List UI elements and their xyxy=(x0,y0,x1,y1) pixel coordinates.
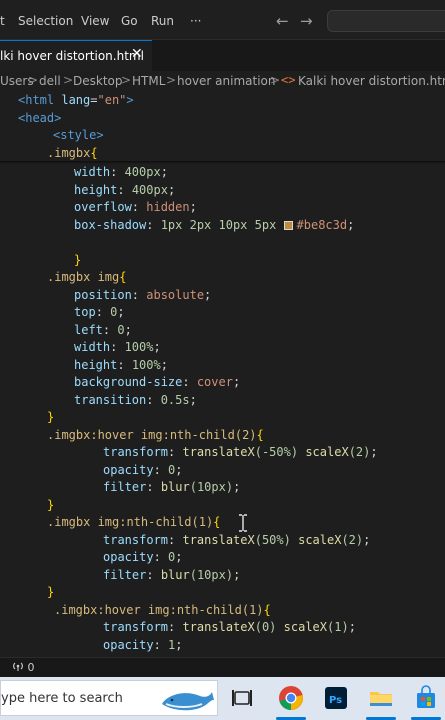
close-icon[interactable]: ✕ xyxy=(131,46,143,62)
sticky-line-html[interactable]: <html lang="en"> xyxy=(18,92,134,110)
code-line[interactable]: transform: translateX(50%) scaleX(2); xyxy=(103,532,370,550)
code-line[interactable]: .imgbx:hover img:nth-child(2){ xyxy=(47,427,264,445)
sticky-line-selector[interactable]: .imgbx{ xyxy=(47,145,98,163)
code-line[interactable]: opacity: 1; xyxy=(103,637,183,655)
code-line[interactable]: filter: blur(10px); xyxy=(103,479,240,497)
command-center-search[interactable] xyxy=(327,10,445,32)
breadcrumb: Users > dell > Desktop > HTML > hover an… xyxy=(0,71,445,91)
sticky-scroll-divider xyxy=(0,161,445,164)
breadcrumb-item-dell[interactable]: dell xyxy=(39,74,61,88)
svg-text:Ps: Ps xyxy=(329,695,342,706)
tab-bar: lki hover distortion.html ✕ xyxy=(0,40,445,71)
title-bar: t Selection View Go Run ··· ← → xyxy=(0,0,445,40)
code-line[interactable]: background-size: cover; xyxy=(74,374,240,392)
task-view-icon[interactable] xyxy=(227,683,257,713)
breadcrumb-separator: > xyxy=(270,73,281,87)
status-bar: 0 xyxy=(0,657,445,677)
menu-view[interactable]: View xyxy=(81,14,109,28)
code-line[interactable]: transition: 0.5s; xyxy=(74,392,197,410)
code-line[interactable]: height: 400px; xyxy=(74,182,175,200)
code-editor[interactable]: <html lang="en"> <head> <style> .imgbx{ … xyxy=(0,91,445,657)
code-line[interactable]: opacity: 0; xyxy=(103,549,183,567)
color-swatch[interactable] xyxy=(283,220,293,230)
code-line[interactable]: transform: translateX(0) scaleX(1); xyxy=(103,619,356,637)
breadcrumb-item-desktop[interactable]: Desktop xyxy=(73,74,123,88)
chrome-icon[interactable] xyxy=(276,683,306,713)
breadcrumb-item-html[interactable]: HTML xyxy=(132,74,165,88)
code-line[interactable]: height: 100%; xyxy=(74,357,168,375)
windows-taskbar: ype here to search Ps xyxy=(0,677,445,720)
broadcast-icon xyxy=(13,662,23,671)
menu-go[interactable]: Go xyxy=(121,14,138,28)
breadcrumb-separator: > xyxy=(166,73,177,87)
code-line[interactable]: width: 100%; xyxy=(74,339,161,357)
code-line[interactable]: .imgbx img:nth-child(1){ xyxy=(47,514,220,532)
whale-icon xyxy=(162,692,214,711)
text-cursor-icon xyxy=(239,514,247,532)
sticky-line-style[interactable]: <style> xyxy=(53,127,104,145)
code-line[interactable]: } xyxy=(47,409,54,427)
code-line[interactable]: top: 0; xyxy=(74,304,125,322)
breadcrumb-separator: > xyxy=(63,73,74,87)
menu-more[interactable]: ··· xyxy=(190,14,201,28)
menu-selection[interactable]: Selection xyxy=(18,14,73,28)
code-line[interactable]: transform: translateX(-50%) scaleX(2); xyxy=(103,444,378,462)
code-line[interactable]: overflow: hidden; xyxy=(74,199,197,217)
editor-tab[interactable]: lki hover distortion.html ✕ xyxy=(0,40,152,71)
photoshop-icon[interactable]: Ps xyxy=(321,683,351,713)
code-line[interactable]: opacity: 0; xyxy=(103,462,183,480)
code-line[interactable]: .imgbx img{ xyxy=(47,269,126,287)
taskbar-search-box[interactable]: ype here to search xyxy=(0,680,218,716)
tab-label: lki hover distortion.html xyxy=(0,49,144,63)
menu-run[interactable]: Run xyxy=(151,14,174,28)
sticky-line-head[interactable]: <head> xyxy=(18,110,61,128)
code-line[interactable]: } xyxy=(47,497,54,515)
code-line[interactable]: position: absolute; xyxy=(74,287,211,305)
forward-arrow-icon[interactable]: → xyxy=(300,12,313,30)
code-line[interactable]: } xyxy=(74,252,81,270)
code-line[interactable]: left: 0; xyxy=(74,322,132,340)
code-line[interactable]: .imgbx:hover img:nth-child(1){ xyxy=(54,602,271,620)
code-line[interactable]: box-shadow: 1px 2px 10px 5px #be8c3d; xyxy=(74,217,354,235)
html-file-icon: <> xyxy=(281,73,296,87)
code-line[interactable]: } xyxy=(47,584,54,602)
ports-status[interactable]: 0 xyxy=(12,661,35,674)
code-line[interactable]: width: 400px; xyxy=(74,164,168,182)
breadcrumb-item-file[interactable]: Kalki hover distortion.html xyxy=(298,74,445,88)
breadcrumb-separator: > xyxy=(28,73,39,87)
ports-count: 0 xyxy=(27,661,35,674)
taskbar-search-placeholder: ype here to search xyxy=(1,691,123,706)
breadcrumb-separator: > xyxy=(121,73,132,87)
menu-terminal[interactable]: t xyxy=(0,14,5,28)
file-explorer-icon[interactable] xyxy=(366,683,396,713)
store-icon[interactable] xyxy=(411,683,441,713)
code-line[interactable]: filter: blur(10px); xyxy=(103,567,240,585)
back-arrow-icon[interactable]: ← xyxy=(276,12,289,30)
breadcrumb-item-hover-animation[interactable]: hover animation xyxy=(177,74,276,88)
